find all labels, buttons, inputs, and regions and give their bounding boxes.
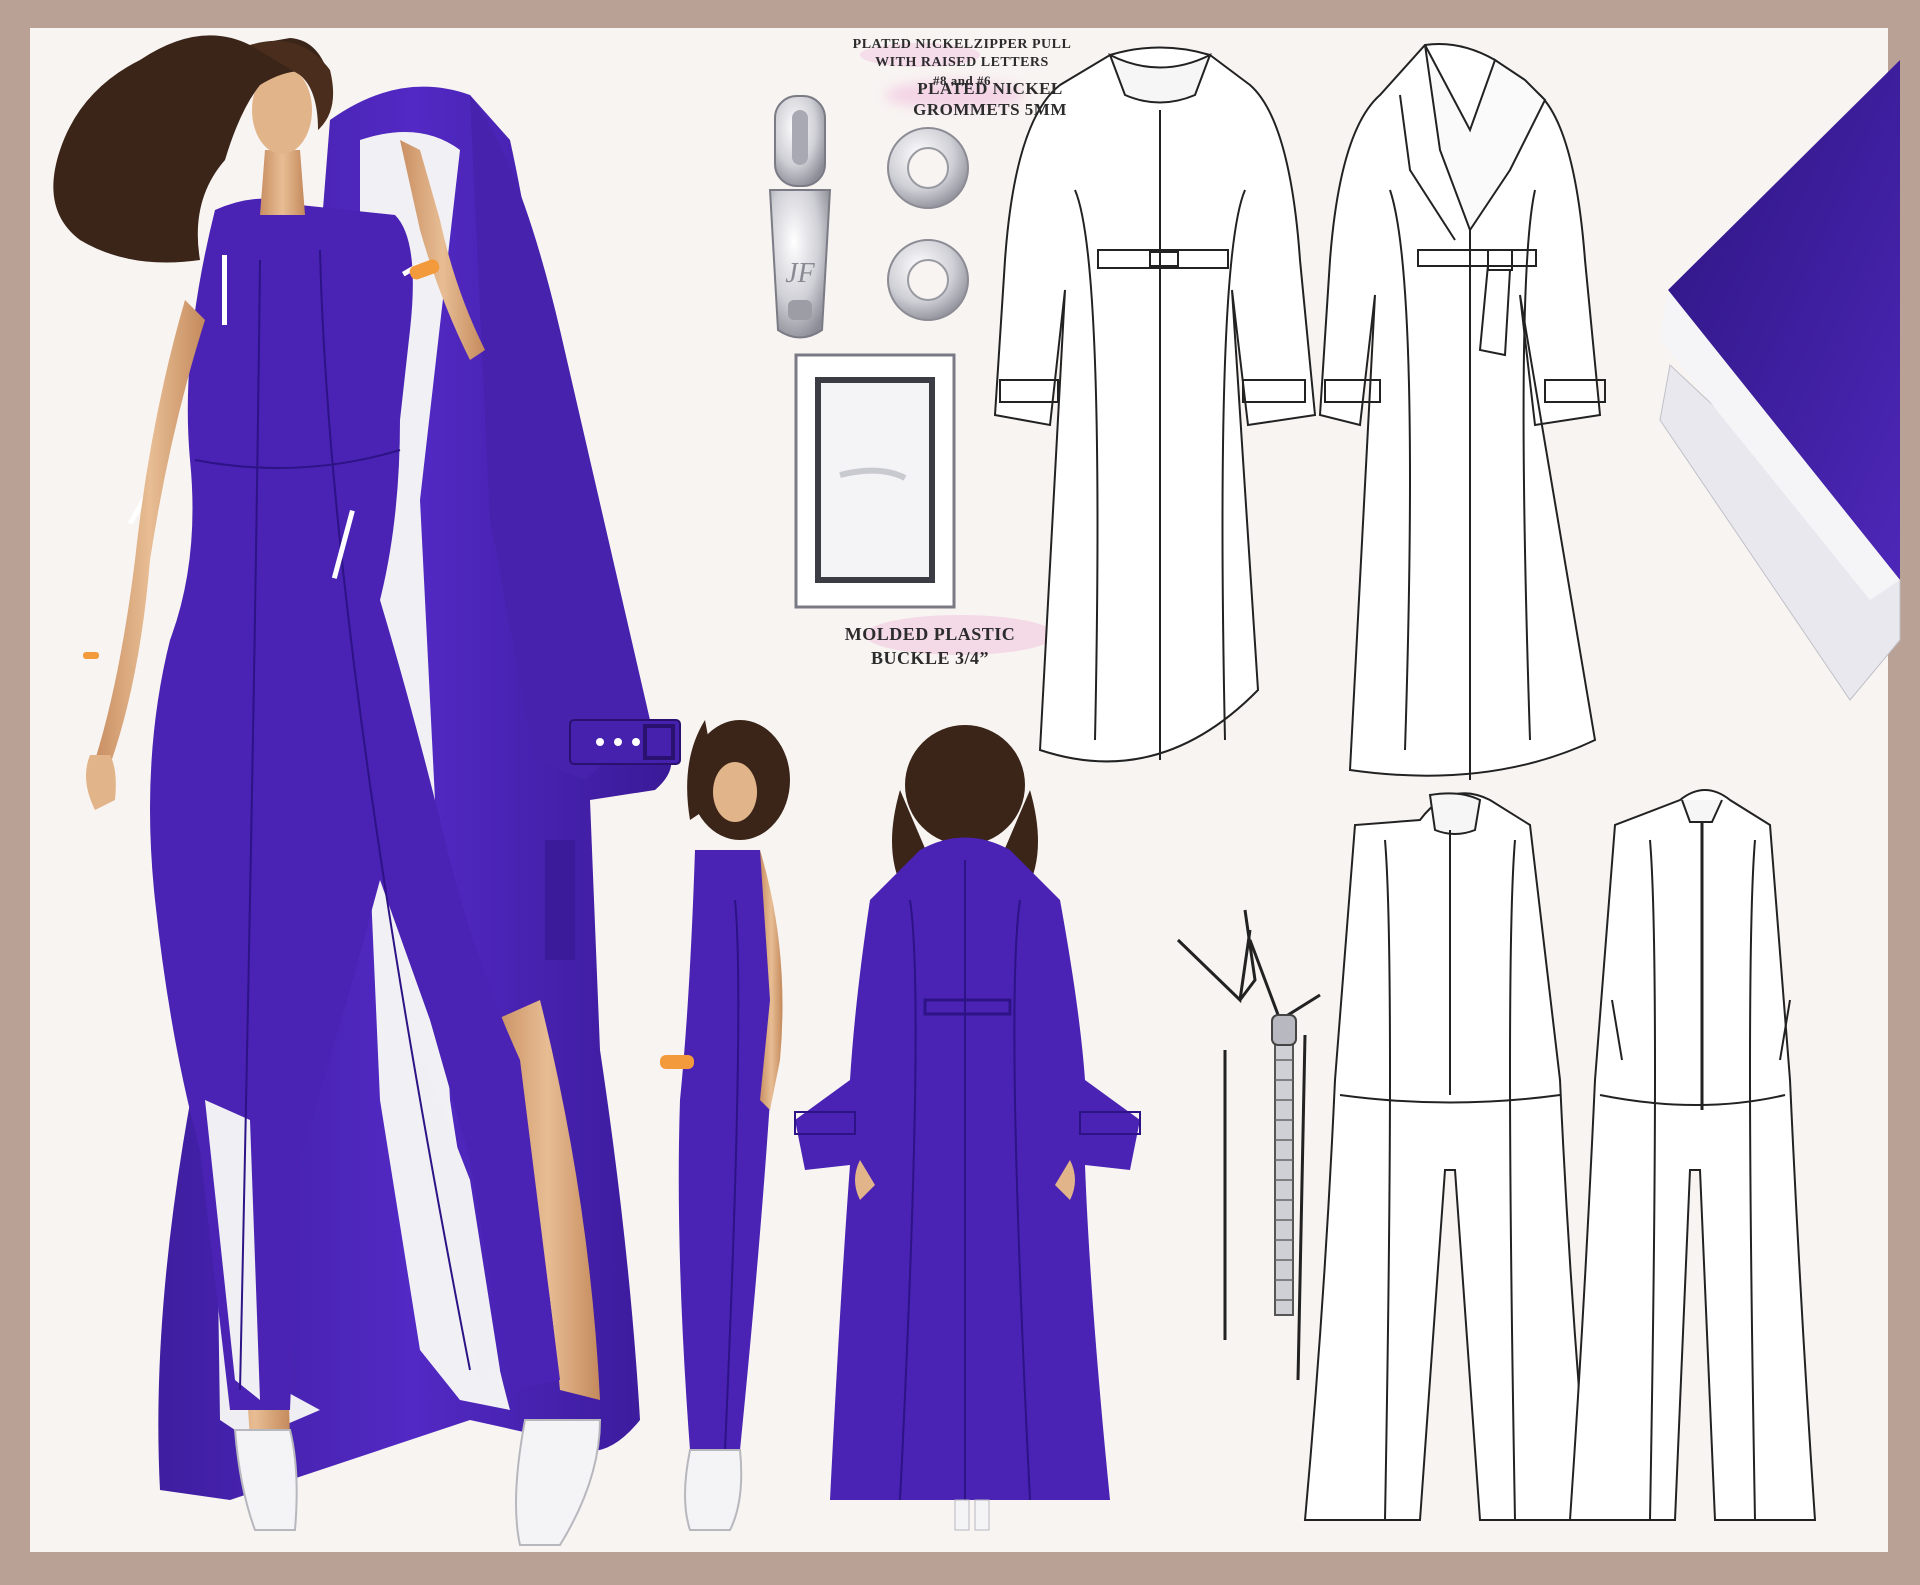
grommets-label-line-2: GROMMETS 5MM [913, 100, 1067, 119]
buckle-label-line-2: BUCKLE 3/4” [870, 648, 990, 668]
design-board: JF PLATED NICKELZIPPER PULL WITH RAISED … [0, 0, 1920, 1580]
zipper-pull-monogram: JF [785, 258, 815, 289]
zipper-pull-label-line-1: PLATED NICKELZIPPER PULL [852, 37, 1072, 52]
grommets-label-line-1: PLATED NICKEL [917, 79, 1063, 98]
illustration-canvas: JF [30, 28, 1901, 1552]
buckle-trim [794, 353, 956, 609]
zipper-pull-trim: JF [768, 95, 832, 339]
buckle-label-line-1: MOLDED PLASTIC [844, 624, 1016, 644]
zipper-pull-label-line-2: WITH RAISED LETTERS [875, 55, 1049, 70]
